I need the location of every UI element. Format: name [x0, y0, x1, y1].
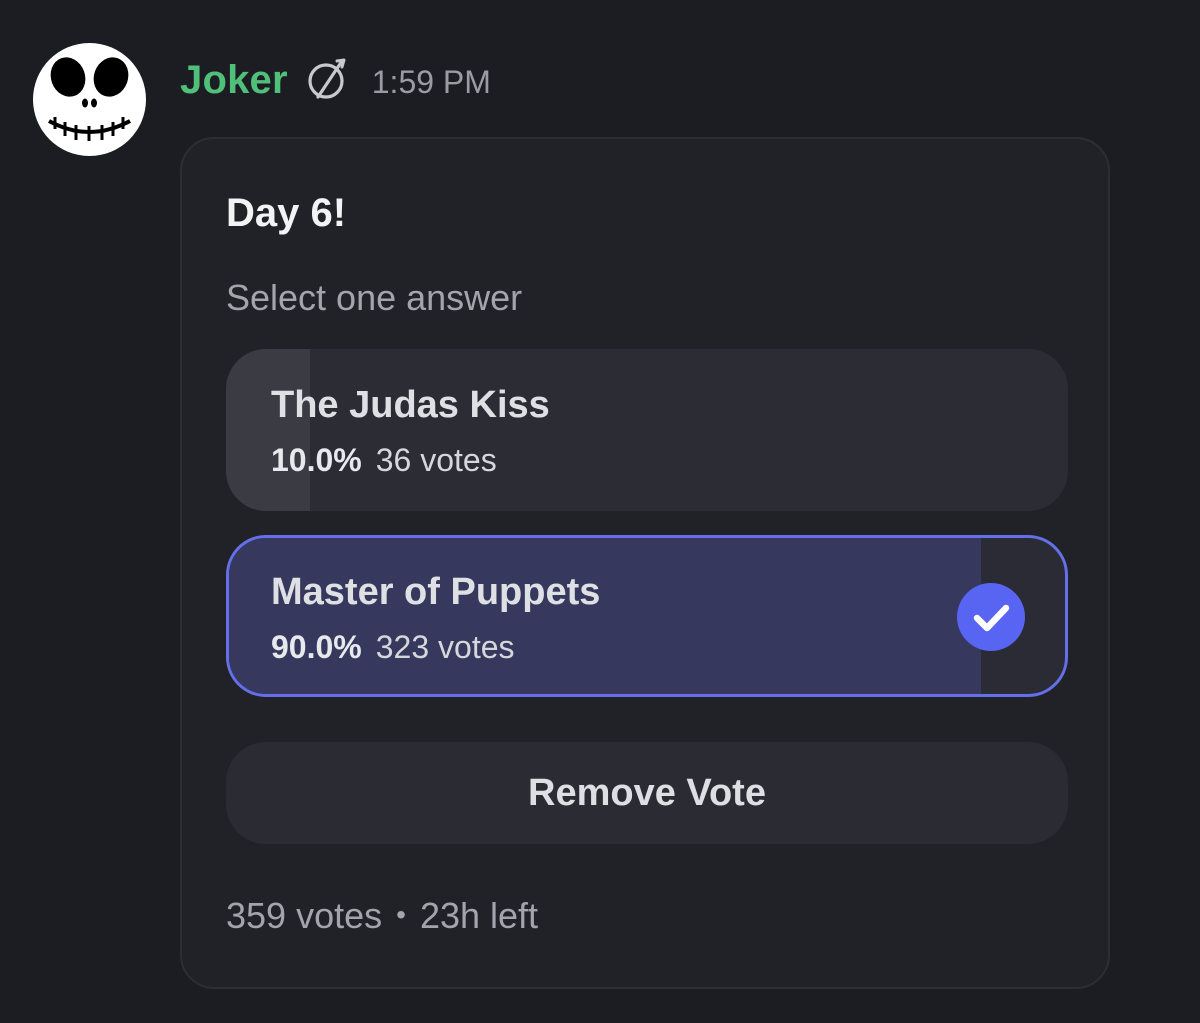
poll-option-result-bar [229, 538, 982, 694]
message-header: Joker 1:59 PM [180, 52, 491, 108]
poll-option-stats: 90.0% 323 votes [271, 629, 515, 666]
check-circle-icon [957, 583, 1025, 651]
message-timestamp: 1:59 PM [371, 63, 491, 100]
poll-footer: 359 votes • 23h left [226, 895, 538, 937]
skull-avatar-icon [33, 43, 146, 156]
poll-instruction: Select one answer [226, 277, 523, 318]
poll-option-percent: 90.0% [271, 629, 362, 665]
remove-vote-button[interactable]: Remove Vote [226, 742, 1068, 844]
poll-option-label: Master of Puppets [271, 571, 601, 613]
author-avatar[interactable] [33, 43, 146, 156]
poll-option-votes: 36 votes [375, 442, 497, 478]
slashed-circle-badge-icon[interactable] [304, 57, 350, 103]
poll-option-the-judas-kiss[interactable]: The Judas Kiss 10.0% 36 votes [226, 349, 1068, 511]
poll-time-left: 23h left [419, 895, 539, 936]
poll-option-stats: 10.0% 36 votes [271, 442, 497, 479]
poll-option-result-bar [226, 349, 311, 511]
author-name[interactable]: Joker [180, 58, 288, 103]
poll-option-label: The Judas Kiss [271, 384, 550, 426]
poll-card: Day 6! Select one answer The Judas Kiss … [180, 137, 1110, 989]
poll-question: Day 6! [226, 191, 347, 235]
poll-option-votes: 323 votes [375, 629, 515, 665]
poll-option-master-of-puppets[interactable]: Master of Puppets 90.0% 323 votes [226, 535, 1068, 697]
poll-option-percent: 10.0% [271, 442, 362, 478]
footer-separator: • [396, 899, 406, 930]
poll-total-votes: 359 votes [226, 895, 383, 936]
